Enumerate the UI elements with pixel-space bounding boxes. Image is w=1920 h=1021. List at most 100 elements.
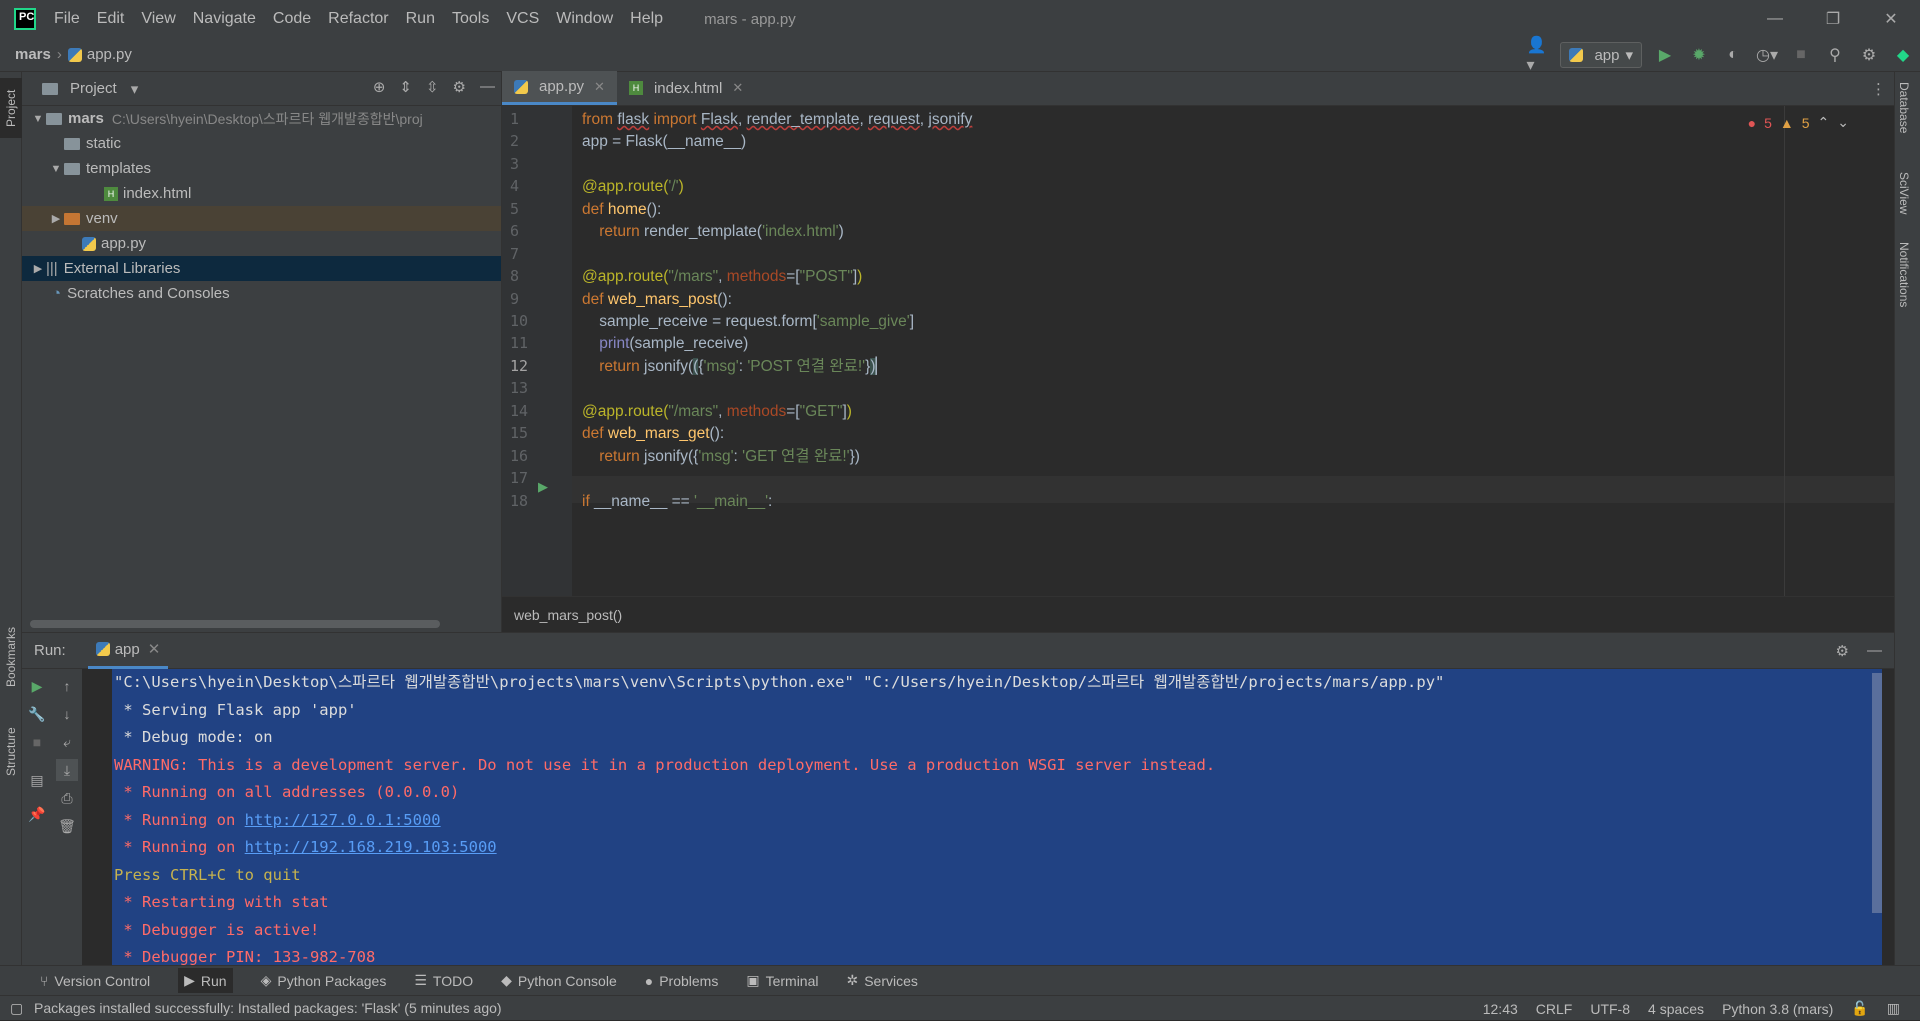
close-tab-icon[interactable]: ✕: [148, 640, 161, 658]
tree-item-mars[interactable]: ▼ mars C:\Users\hyein\Desktop\스파르타 웹개발종합…: [22, 106, 501, 131]
menu-code[interactable]: Code: [273, 10, 311, 28]
locate-icon[interactable]: ⊕: [373, 78, 386, 96]
menu-navigate[interactable]: Navigate: [193, 10, 256, 28]
console-output[interactable]: "C:\Users\hyein\Desktop\스파르타 웹개발종합반\proj…: [112, 669, 1882, 966]
project-view-select[interactable]: Project: [70, 80, 117, 97]
chevron-up-icon[interactable]: ⌃: [1818, 114, 1830, 131]
run-configuration-select[interactable]: app ▾: [1560, 42, 1642, 68]
notifications-tool-tab[interactable]: Notifications: [1897, 242, 1911, 307]
chevron-right-icon[interactable]: ▶: [30, 262, 46, 275]
caret-position[interactable]: 12:43: [1483, 1001, 1518, 1017]
arrow-up-icon[interactable]: ↑: [56, 675, 78, 697]
wrench-icon[interactable]: 🔧: [26, 703, 48, 725]
tool-problems[interactable]: ● Problems: [645, 973, 719, 989]
tree-item-static[interactable]: static: [22, 131, 501, 156]
tool-services[interactable]: ✲ Services: [846, 972, 917, 989]
stop-icon[interactable]: ■: [26, 731, 48, 753]
menu-run[interactable]: Run: [406, 10, 435, 28]
hide-icon[interactable]: —: [480, 78, 495, 96]
network-link[interactable]: http://192.168.219.103:5000: [245, 838, 497, 856]
coverage-icon[interactable]: ◐: [1722, 44, 1744, 66]
menu-tools[interactable]: Tools: [452, 10, 489, 28]
chevron-down-icon[interactable]: ▼: [30, 113, 46, 125]
chevron-down-icon[interactable]: ▼: [48, 163, 64, 175]
sciview-tool-tab[interactable]: SciView: [1897, 172, 1911, 214]
code-area[interactable]: from flask import Flask, render_template…: [582, 106, 1894, 596]
tree-item-app-py[interactable]: app.py: [22, 231, 501, 256]
tool-python-console[interactable]: ◆ Python Console: [501, 972, 617, 989]
minimize-icon[interactable]: —: [1746, 0, 1804, 38]
print-icon[interactable]: ⎙: [56, 787, 78, 809]
tree-item-venv[interactable]: ▶ venv: [22, 206, 501, 231]
tab-index-html[interactable]: Hindex.html ✕: [617, 71, 755, 105]
tab-app-py[interactable]: app.py ✕: [502, 71, 617, 105]
expand-all-icon[interactable]: ⇕: [399, 78, 412, 96]
profile-icon[interactable]: ◷▾: [1756, 44, 1778, 66]
chevron-down-icon[interactable]: ⌄: [1837, 114, 1849, 131]
menu-file[interactable]: File: [54, 10, 80, 28]
collapse-all-icon[interactable]: ⇳: [426, 78, 439, 96]
inspection-widget[interactable]: ● 5 ▲ 5 ⌃ ⌄: [1748, 114, 1849, 131]
horizontal-scrollbar[interactable]: [30, 620, 440, 628]
tree-item-index-html[interactable]: H index.html: [22, 181, 501, 206]
project-tool-tab[interactable]: Project: [0, 78, 22, 138]
layout-icon[interactable]: ▤: [26, 769, 48, 791]
lock-icon[interactable]: 🔓: [1851, 1000, 1868, 1017]
scroll-to-end-icon[interactable]: ⤓: [56, 759, 78, 781]
run-gutter-icon[interactable]: ▶: [538, 479, 548, 495]
tool-version-control[interactable]: ⑂ Version Control: [40, 973, 150, 989]
menu-vcs[interactable]: VCS: [506, 10, 539, 28]
menu-edit[interactable]: Edit: [97, 10, 125, 28]
hide-icon[interactable]: —: [1867, 642, 1882, 660]
tool-run[interactable]: ▶ Run: [178, 968, 233, 993]
settings-icon[interactable]: ⚙: [1836, 642, 1849, 660]
python-interpreter[interactable]: Python 3.8 (mars): [1722, 1001, 1833, 1017]
database-tool-tab[interactable]: Database: [1897, 82, 1911, 133]
indent-setting[interactable]: 4 spaces: [1648, 1001, 1704, 1017]
structure-tool-tab[interactable]: Structure: [0, 712, 22, 792]
close-icon[interactable]: ✕: [1862, 0, 1920, 38]
menu-help[interactable]: Help: [630, 10, 663, 28]
function-breadcrumb[interactable]: web_mars_post(): [514, 607, 622, 623]
status-message[interactable]: Packages installed successfully: Install…: [34, 1000, 502, 1016]
bookmarks-tool-tab[interactable]: Bookmarks: [0, 612, 22, 702]
localhost-link[interactable]: http://127.0.0.1:5000: [245, 811, 441, 829]
memory-icon[interactable]: ▥: [1887, 1000, 1900, 1017]
tree-item-external-libraries[interactable]: ▶ ||| External Libraries: [22, 256, 501, 281]
stop-icon[interactable]: ■: [1790, 44, 1812, 66]
run-tab-app[interactable]: app ✕: [87, 633, 169, 669]
close-tab-icon[interactable]: ✕: [594, 79, 605, 95]
restore-icon[interactable]: ❐: [1804, 0, 1862, 38]
tree-item-templates[interactable]: ▼ templates: [22, 156, 501, 181]
settings-icon[interactable]: ⚙: [453, 78, 466, 96]
tool-python-packages[interactable]: ◈ Python Packages: [261, 972, 387, 989]
line-number: 8: [510, 267, 520, 285]
run-icon[interactable]: ▶: [1654, 44, 1676, 66]
breadcrumb-project[interactable]: mars: [15, 46, 51, 63]
pin-icon[interactable]: 📌: [26, 803, 48, 825]
close-tab-icon[interactable]: ✕: [732, 80, 743, 96]
console-scrollbar[interactable]: [1872, 673, 1882, 913]
tool-todo[interactable]: ☰ TODO: [414, 972, 473, 989]
status-toggle-icon[interactable]: ▢: [10, 1000, 23, 1017]
chevron-right-icon[interactable]: ▶: [48, 212, 64, 225]
chevron-down-icon[interactable]: ▾: [131, 80, 139, 98]
menu-view[interactable]: View: [141, 10, 175, 28]
debug-icon[interactable]: ✹: [1688, 44, 1710, 66]
line-separator[interactable]: CRLF: [1536, 1001, 1573, 1017]
tool-terminal[interactable]: ▣ Terminal: [746, 972, 818, 989]
more-icon[interactable]: ⋮: [1871, 80, 1886, 98]
file-encoding[interactable]: UTF-8: [1590, 1001, 1630, 1017]
arrow-down-icon[interactable]: ↓: [56, 703, 78, 725]
rerun-icon[interactable]: ▶: [26, 675, 48, 697]
user-icon[interactable]: 👤▾: [1526, 37, 1548, 74]
soft-wrap-icon[interactable]: ⤶: [56, 731, 78, 753]
tree-item-scratches[interactable]: ◔ Scratches and Consoles: [22, 281, 501, 306]
menu-window[interactable]: Window: [556, 10, 613, 28]
settings-icon[interactable]: ⚙: [1858, 44, 1880, 66]
menu-refactor[interactable]: Refactor: [328, 10, 388, 28]
trash-icon[interactable]: 🗑: [56, 815, 78, 837]
breadcrumb-file[interactable]: app.py: [67, 46, 132, 63]
search-icon[interactable]: ⚲: [1824, 44, 1846, 66]
jetbrains-toolbox-icon[interactable]: ◆: [1892, 44, 1914, 66]
